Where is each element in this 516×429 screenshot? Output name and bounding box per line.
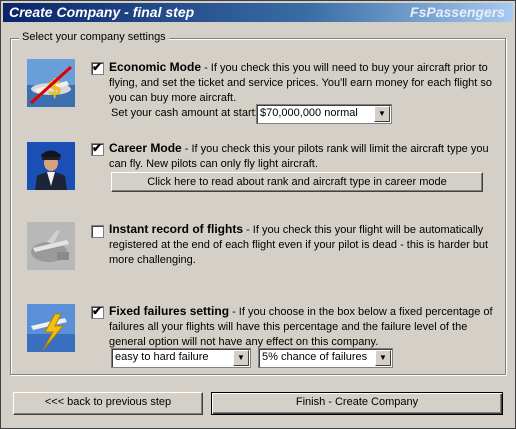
chevron-down-icon[interactable]: ▼: [375, 350, 391, 366]
economic-mode-description: Economic Mode - If you check this you wi…: [109, 60, 499, 106]
finish-create-company-button[interactable]: Finish - Create Company: [211, 392, 503, 415]
fixed-failures-icon: [27, 304, 75, 352]
career-mode-checkbox[interactable]: ✔: [91, 141, 104, 156]
create-company-dialog: Create Company - final step FsPassengers…: [0, 0, 516, 429]
chevron-down-icon[interactable]: ▼: [233, 350, 249, 366]
fixed-failures-description: Fixed failures setting - If you choose i…: [109, 304, 499, 350]
back-button-label: <<< back to previous step: [44, 396, 172, 408]
career-mode-heading: Career Mode: [109, 141, 182, 155]
economic-mode-checkbox[interactable]: ✔: [91, 60, 104, 75]
career-mode-description: Career Mode - If you check this your pil…: [109, 141, 499, 172]
failure-chance-select[interactable]: 5% chance of failures ▼: [258, 348, 393, 368]
economic-mode-icon: $: [27, 59, 75, 107]
brand-label: FsPassengers: [410, 4, 505, 20]
fixed-failures-checkbox[interactable]: ✔: [91, 304, 104, 319]
instant-record-icon: [27, 222, 75, 270]
failure-chance-value: 5% chance of failures: [262, 351, 368, 363]
failure-level-value: easy to hard failure: [115, 351, 209, 363]
group-label: Select your company settings: [19, 31, 169, 43]
instant-record-description: Instant record of flights - If you check…: [109, 222, 499, 268]
economic-mode-check-icon: ✔: [92, 60, 103, 74]
failure-level-select[interactable]: easy to hard failure ▼: [111, 348, 251, 368]
instant-record-checkbox[interactable]: [91, 225, 104, 238]
fixed-failures-heading: Fixed failures setting: [109, 304, 230, 318]
economic-mode-heading: Economic Mode: [109, 60, 202, 74]
career-mode-check-icon: ✔: [92, 141, 103, 155]
read-rank-info-label: Click here to read about rank and aircra…: [147, 176, 447, 188]
cash-amount-label: Set your cash amount at start:: [111, 107, 258, 119]
cash-amount-select[interactable]: $70,000,000 normal ▼: [256, 104, 392, 124]
fixed-failures-check-icon: ✔: [92, 304, 103, 318]
read-rank-info-button[interactable]: Click here to read about rank and aircra…: [111, 172, 483, 192]
title-bar: Create Company - final step FsPassengers: [3, 3, 513, 22]
cash-amount-value: $70,000,000 normal: [260, 107, 358, 119]
back-button[interactable]: <<< back to previous step: [13, 392, 203, 415]
chevron-down-icon[interactable]: ▼: [374, 106, 390, 122]
finish-button-label: Finish - Create Company: [295, 396, 419, 408]
instant-record-heading: Instant record of flights: [109, 222, 244, 236]
window-title: Create Company - final step: [9, 4, 195, 20]
career-mode-pilot-icon: [27, 142, 75, 190]
